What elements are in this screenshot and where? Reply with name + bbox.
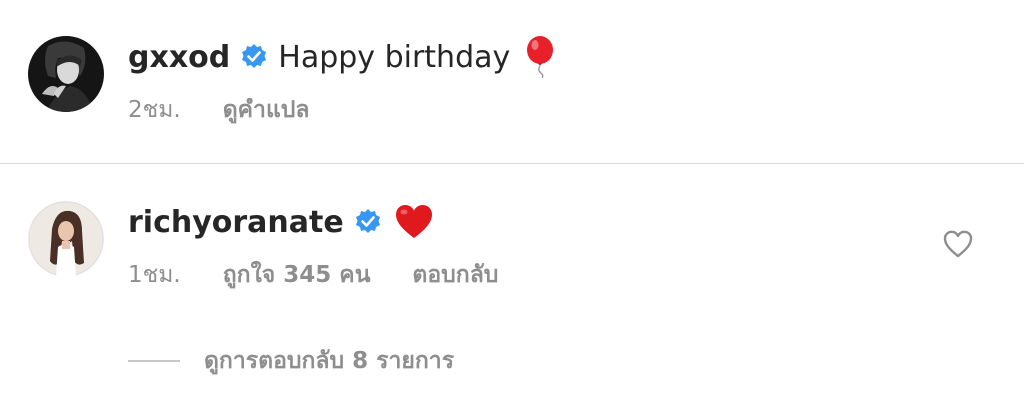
comment-time: 2ชม. xyxy=(128,97,181,123)
translate-button[interactable]: ดูคำแปล xyxy=(223,92,310,128)
view-replies-label: ดูการตอบกลับ 8 รายการ xyxy=(204,348,455,374)
verified-badge-icon xyxy=(354,208,382,236)
replies-rule xyxy=(128,360,180,362)
verified-badge-icon xyxy=(240,43,268,71)
red-heart-emoji-icon xyxy=(394,202,434,242)
comment-line: gxxod Happy birthday xyxy=(128,35,556,79)
comment-item: richyoranate 1ชม. ถูกใจ 345 คน ตอบกลับ ด… xyxy=(0,165,1024,417)
comment-meta: 1ชม. ถูกใจ 345 คน ตอบกลับ xyxy=(128,259,540,291)
like-heart-icon[interactable] xyxy=(942,229,974,259)
avatar[interactable] xyxy=(28,201,104,277)
comment-text: Happy birthday xyxy=(278,39,511,75)
username[interactable]: gxxod xyxy=(128,40,230,75)
username[interactable]: richyoranate xyxy=(128,205,344,240)
view-replies-button[interactable]: ดูการตอบกลับ 8 รายการ xyxy=(128,345,454,377)
avatar[interactable] xyxy=(28,36,104,112)
comment-time: 1ชม. xyxy=(128,262,181,288)
comment-meta: 2ชม. ดูคำแปล xyxy=(128,94,351,126)
reply-button[interactable]: ตอบกลับ xyxy=(412,257,498,293)
divider xyxy=(0,163,1024,164)
comment-line: richyoranate xyxy=(128,200,434,244)
comment-item: gxxod Happy birthday 2ชม. ดูคำแปล xyxy=(0,0,1024,164)
balloon-emoji-icon xyxy=(524,36,556,79)
likes-count-button[interactable]: ถูกใจ 345 คน xyxy=(223,257,371,293)
